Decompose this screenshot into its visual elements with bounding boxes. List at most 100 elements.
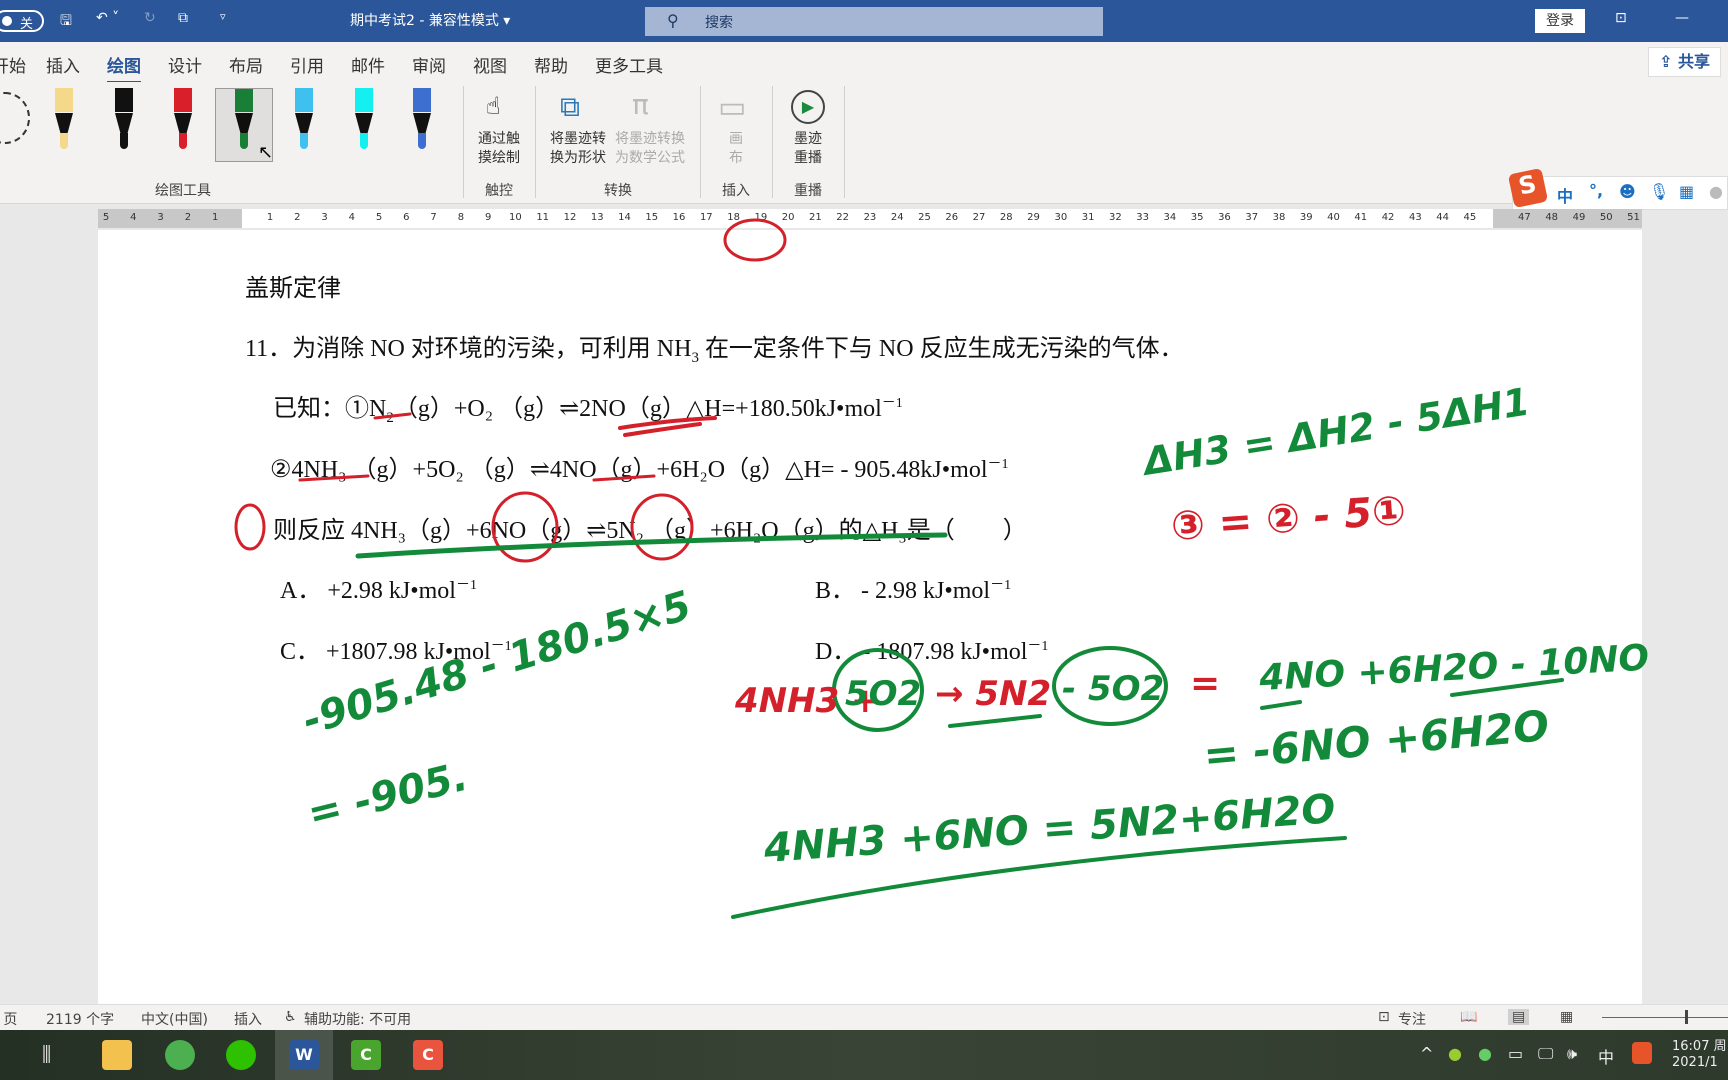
tab-review[interactable]: 审阅 [412,52,446,77]
group-label-draw-tools: 绘图工具 [155,183,211,199]
insert-mode[interactable]: 插入 [234,1009,262,1029]
autosave-toggle[interactable]: 关 [0,10,44,32]
search-icon: ⚲ [667,11,679,30]
ruler-tick-label: 2 [294,212,301,223]
web-layout-icon[interactable]: ▦ [1560,1009,1573,1025]
login-button[interactable]: 登录 [1535,9,1585,33]
word-count[interactable]: 2119 个字 [46,1009,114,1029]
clock-date[interactable]: 2021/1 [1672,1055,1718,1070]
browser-icon[interactable] [165,1040,195,1070]
save-icon[interactable]: 🖫 [60,10,72,34]
print-layout-icon[interactable]: ▤ [1508,1009,1530,1025]
ruler-tick-label: 26 [945,212,959,223]
file-explorer-icon[interactable] [102,1040,132,1070]
microphone-icon[interactable]: 🎙 [1649,182,1669,201]
option-a[interactable]: A． +2.98 kJ•mol－1 [280,570,477,605]
ruler-tick-label: 30 [1054,212,1068,223]
tab-view[interactable]: 视图 [473,52,507,77]
ruler-tick-label: 24 [890,212,904,223]
ink-replay-icon: ▶ [791,90,825,124]
ruler-tick-label: 15 [645,212,659,223]
accessibility-status[interactable]: 辅助功能: 不可用 [304,1009,411,1029]
tab-layout[interactable]: 布局 [229,52,263,77]
canvas-button[interactable]: 画 布 [696,130,776,168]
ime-indicator[interactable]: 中 [1598,1044,1614,1068]
ruler-tick-label: 8 [457,212,465,223]
group-label-convert: 转换 [604,183,632,199]
language[interactable]: 中文(中国) [141,1009,208,1029]
zoom-slider[interactable] [1602,1017,1728,1018]
tab-design[interactable]: 设计 [168,52,202,77]
option-d[interactable]: D． - 1807.98 kJ•mol－1 [815,631,1048,666]
page-count[interactable]: 7 页 [0,1009,17,1029]
wechat-icon[interactable] [226,1040,256,1070]
share-button[interactable]: ⇪ 共享 [1648,47,1721,77]
ruler-tick-label: 49 [1572,212,1586,223]
sogou-tray-icon[interactable] [1632,1042,1652,1064]
ruler-tick-label: 4 [130,212,137,223]
ink-to-shape-button[interactable]: 将墨迹转 换为形状 [538,130,618,168]
option-b[interactable]: B． - 2.98 kJ•mol－1 [815,570,1011,605]
tray-chevron-icon[interactable]: ^ [1420,1044,1433,1063]
tab-mailings[interactable]: 邮件 [351,52,385,77]
pen-galaxy-blue-icon[interactable] [407,88,437,158]
camtasia-orange-icon[interactable]: C [413,1040,443,1070]
horizontal-ruler[interactable]: 5 4 3 2 1 1 2 3 4 5 6 7 8 9 10 11 12 13 14 15 16 17 18 19 20 21 22… [98,209,1642,228]
group-label-replay: 重播 [794,183,822,199]
ruler-tick-label: 1 [266,212,274,223]
ime-lang[interactable]: 中 [1557,183,1573,207]
ruler-tick-label: 47 [1518,212,1531,223]
ruler-tick-label: 17 [699,212,713,223]
redo-icon[interactable]: ↻ [144,10,156,26]
sogou-logo-icon: S [1507,167,1549,209]
zoom-slider-thumb[interactable] [1685,1010,1688,1024]
undo-icon[interactable]: ↶ ˅ [96,10,119,26]
focus-mode[interactable]: 专注 [1398,1009,1426,1029]
word-icon[interactable]: W [289,1040,319,1070]
tray-browser-icon[interactable]: ● [1478,1044,1492,1063]
document-page[interactable]: 盖斯定律 11．为消除 NO 对环境的污染，可利用 NH3 在一定条件下与 NO… [98,230,1642,1004]
ribbon-display-icon[interactable]: ⊡ [1615,10,1627,26]
user-icon[interactable]: ● [1709,182,1723,201]
tab-home[interactable]: 开始 [0,52,26,77]
ink-to-math-button[interactable]: 将墨迹转换 为数学公式 [610,130,690,168]
keyboard-icon[interactable]: ▦ [1679,182,1694,201]
read-mode-icon[interactable]: 📖 [1460,1009,1477,1025]
ruler-tick-label: 51 [1627,212,1640,223]
ruler-tick-label: 40 [1327,212,1340,223]
touch-mode-icon[interactable]: ⧉ [178,10,188,26]
battery-icon[interactable]: ▭ [1508,1044,1523,1063]
ruler-tick-label: 41 [1354,212,1368,223]
clock-time[interactable]: 16:07 周 [1672,1035,1727,1054]
sogou-ime-toolbar[interactable]: S 中 °, ☻ 🎙 ▦ ● [1507,167,1728,210]
emoji-icon[interactable]: ☻ [1619,182,1636,201]
ink-replay-button[interactable]: 墨迹 重播 [768,130,848,168]
status-bar: 7 页 2119 个字 中文(中国) 插入 ♿ 辅助功能: 不可用 ⊡ 专注 📖… [0,1004,1728,1030]
option-c[interactable]: C． +1807.98 kJ•mol－1 [280,631,512,666]
ruler-tick-label: 16 [672,212,686,223]
tab-help[interactable]: 帮助 [534,52,568,77]
document-title[interactable]: 期中考试2 - 兼容性模式 ▾ [350,10,510,30]
tab-more-tools[interactable]: 更多工具 [595,52,663,77]
customize-qat-icon[interactable]: ▿ [220,10,226,23]
volume-icon[interactable]: 🕪 [1567,1044,1577,1064]
camtasia-green-icon[interactable]: C [351,1040,381,1070]
pen-red-icon[interactable] [168,88,198,158]
tab-references[interactable]: 引用 [290,52,324,77]
network-icon[interactable]: 🖵 [1538,1044,1553,1064]
target-reaction: 则反应 4NH₃（g）+6NO（g）⇌5N₂ （g）+6H₂O（g）的△H₃是（… [273,518,1027,544]
pencil-lightblue-icon[interactable] [289,88,319,158]
lasso-select-icon[interactable] [0,92,30,144]
tab-draw[interactable]: 绘图 [107,52,141,84]
pen-black-icon[interactable] [109,88,139,158]
highlighter-cyan-icon[interactable] [349,88,379,158]
touch-draw-button[interactable]: 通过触 摸绘制 [459,130,539,168]
ime-punct[interactable]: °, [1589,181,1603,200]
minimize-button[interactable]: — [1675,10,1689,26]
search-box[interactable]: ⚲ 搜索 [645,7,1103,36]
highlighter-yellow-icon[interactable] [49,88,79,158]
tray-app-icon[interactable]: ● [1448,1044,1462,1063]
task-view-icon[interactable]: ⫼ [42,1042,51,1066]
tab-insert[interactable]: 插入 [46,52,80,77]
ruler-tick-label: 5 [102,212,110,223]
